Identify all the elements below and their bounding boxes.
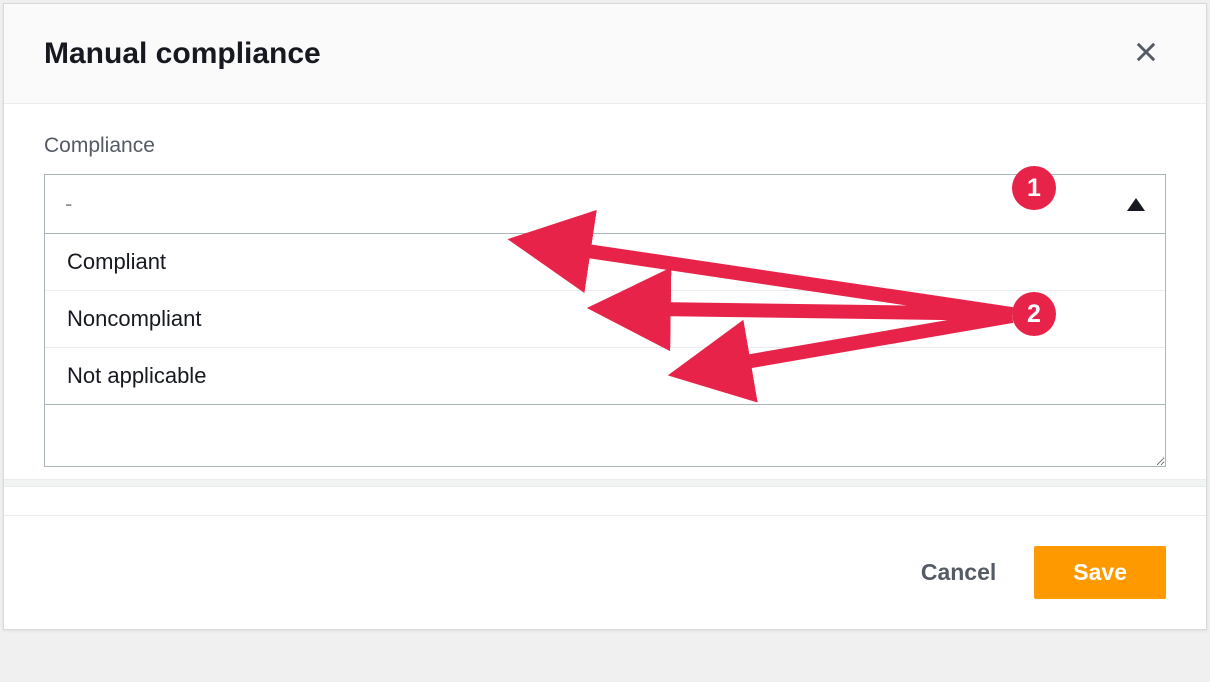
compliance-dropdown: Compliant Noncompliant Not applicable xyxy=(44,234,1166,405)
manual-compliance-modal: Manual compliance Compliance - Compliant… xyxy=(3,3,1207,630)
cancel-button[interactable]: Cancel xyxy=(907,549,1010,596)
notes-textarea[interactable] xyxy=(44,405,1166,467)
select-placeholder: - xyxy=(65,191,72,217)
annotation-badge-1: 1 xyxy=(1012,166,1056,210)
annotation-badge-2: 2 xyxy=(1012,292,1056,336)
close-button[interactable] xyxy=(1126,32,1166,75)
save-button[interactable]: Save xyxy=(1034,546,1166,599)
modal-title: Manual compliance xyxy=(44,37,321,71)
option-not-applicable[interactable]: Not applicable xyxy=(45,348,1165,404)
compliance-select-wrapper: - Compliant Noncompliant Not applicable xyxy=(44,174,1166,467)
option-compliant[interactable]: Compliant xyxy=(45,234,1165,291)
option-noncompliant[interactable]: Noncompliant xyxy=(45,291,1165,348)
compliance-label: Compliance xyxy=(44,134,1166,158)
caret-up-icon xyxy=(1127,198,1145,211)
footer-divider xyxy=(4,479,1206,487)
modal-header: Manual compliance xyxy=(4,4,1206,104)
modal-footer: Cancel Save xyxy=(4,515,1206,629)
close-icon xyxy=(1132,38,1160,66)
modal-body: Compliance - Compliant Noncompliant Not … xyxy=(4,104,1206,479)
compliance-select[interactable]: - xyxy=(44,174,1166,234)
